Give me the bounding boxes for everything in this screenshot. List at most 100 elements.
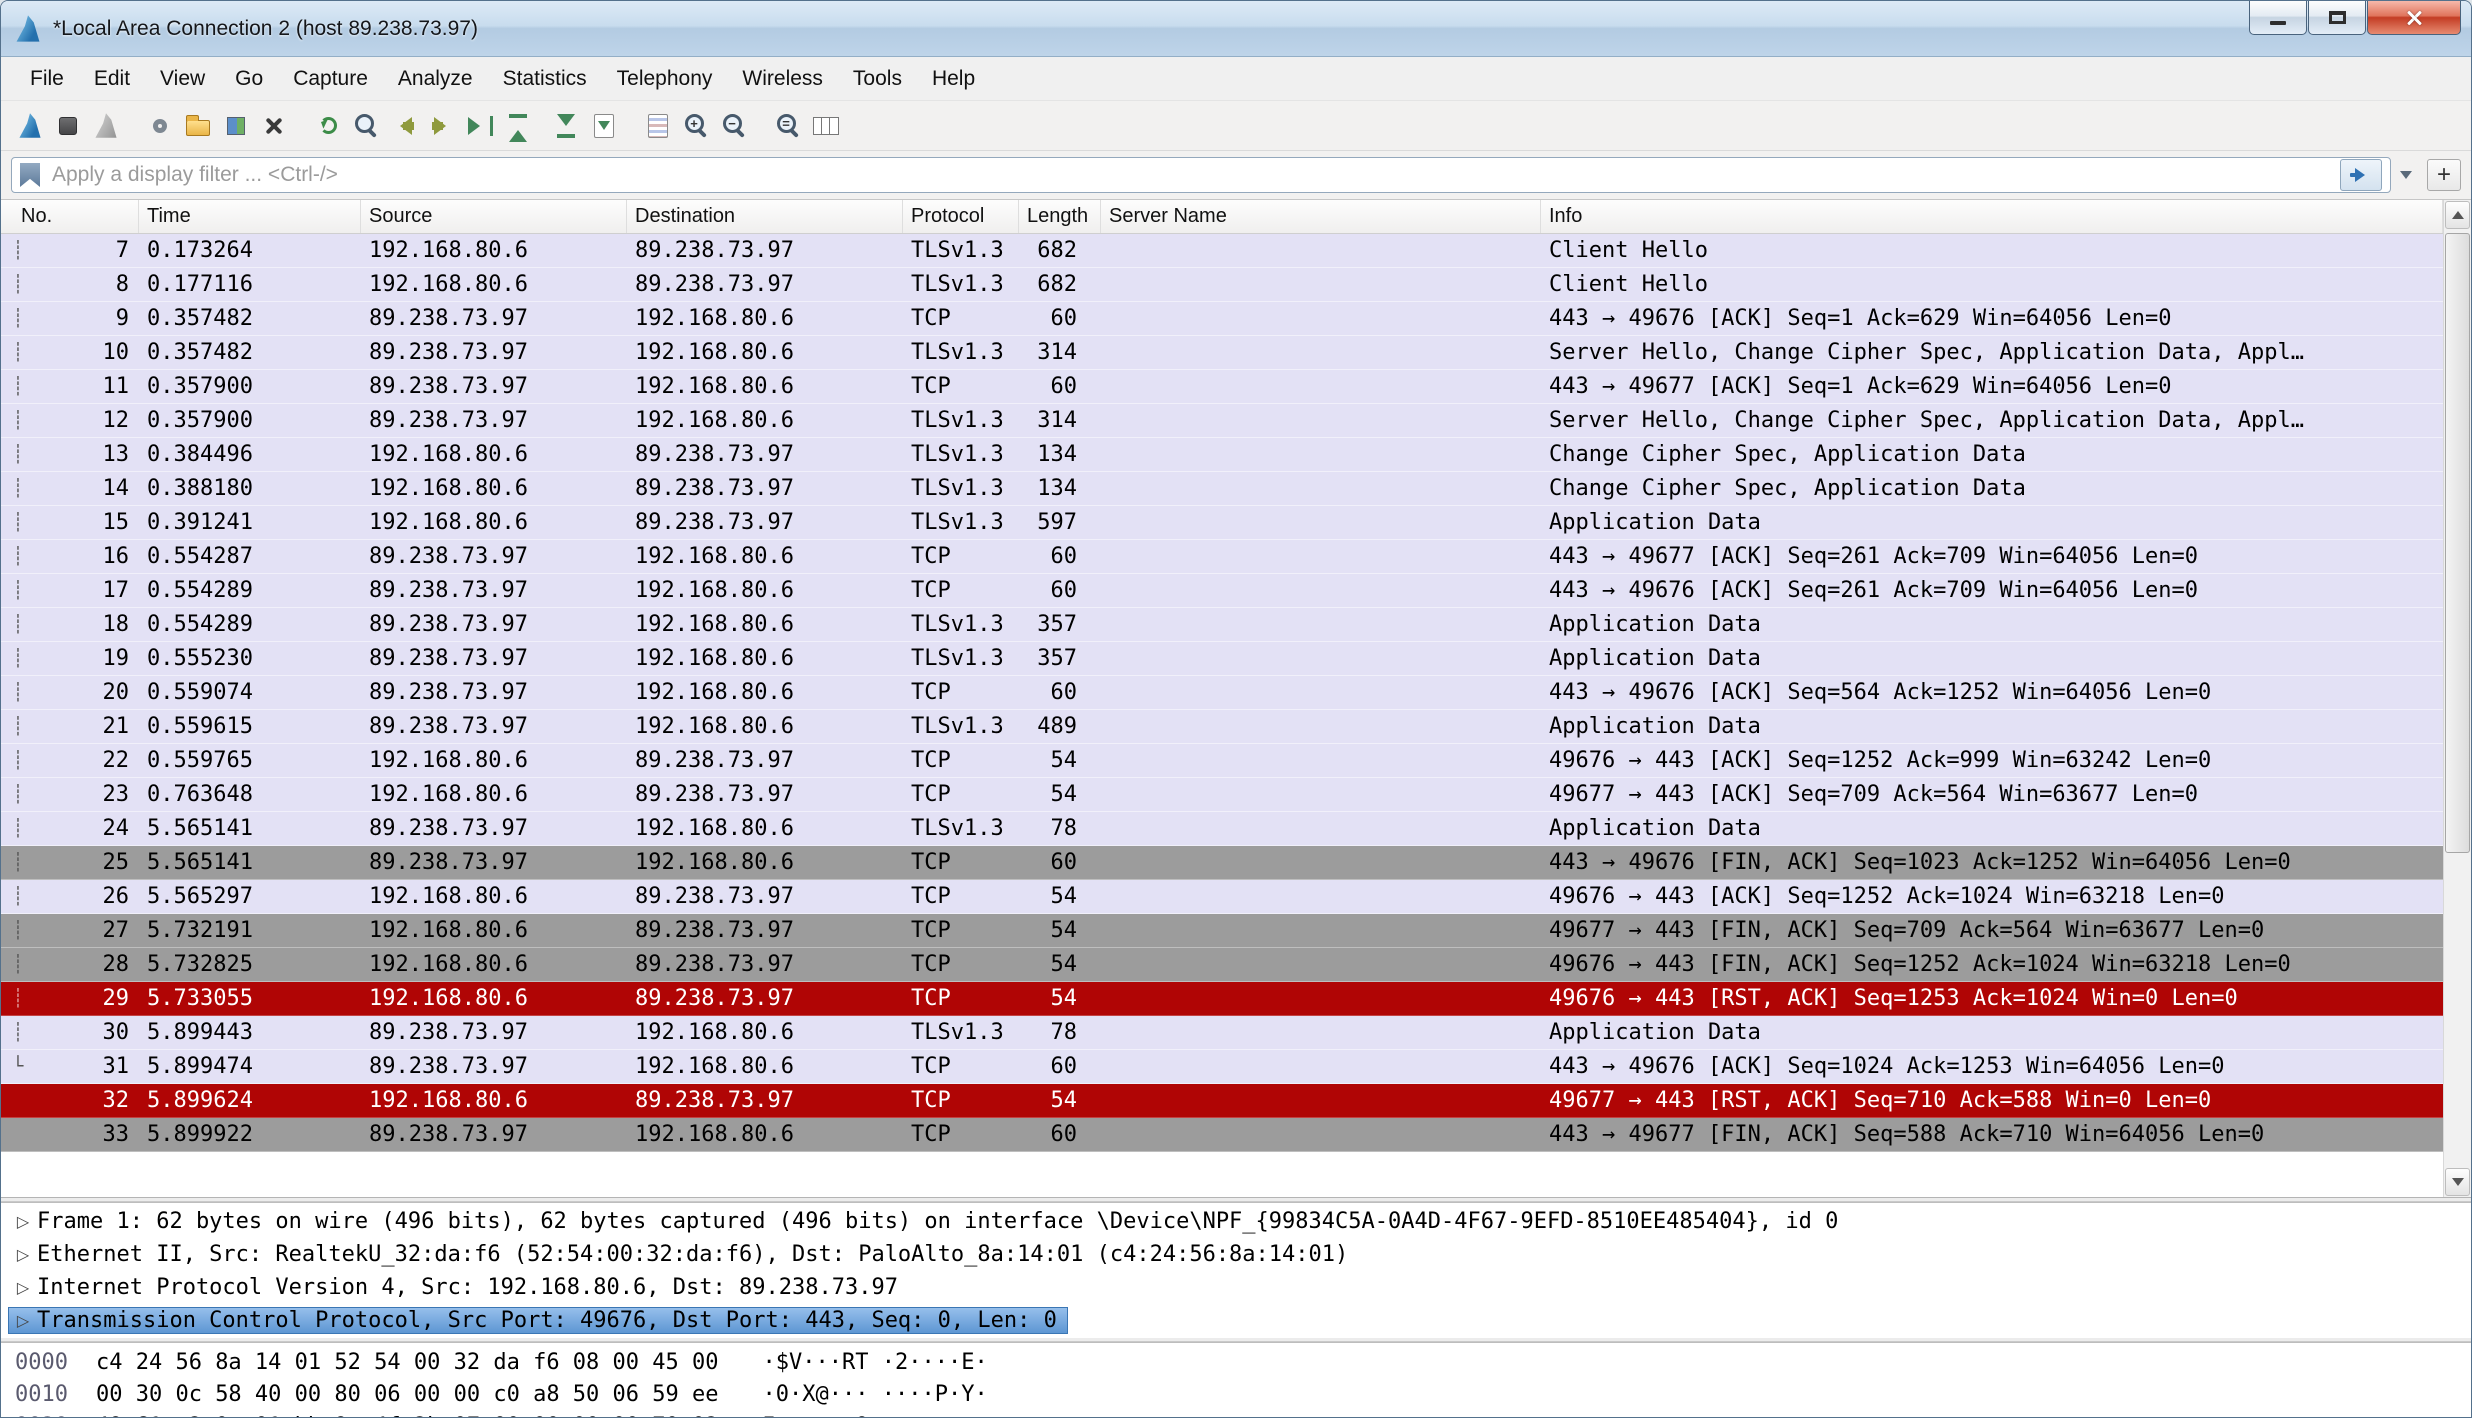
expand-arrow-icon[interactable]: ▷ <box>9 1311 37 1330</box>
toolbar-button[interactable] <box>217 106 255 146</box>
packet-row[interactable]: ┊ 24 5.565141 89.238.73.97 192.168.80.6 … <box>1 812 2443 846</box>
menu-item[interactable]: Go <box>220 58 278 100</box>
minimize-button[interactable] <box>2249 1 2307 35</box>
packet-row[interactable]: ┊ 10 0.357482 89.238.73.97 192.168.80.6 … <box>1 336 2443 370</box>
packet-row[interactable]: ┊ 9 0.357482 89.238.73.97 192.168.80.6 T… <box>1 302 2443 336</box>
toolbar-button[interactable] <box>87 106 125 146</box>
menu-item[interactable]: Tools <box>838 58 917 100</box>
hex-row[interactable]: 0000c4 24 56 8a 14 01 52 54 00 32 da f6 … <box>15 1347 2471 1379</box>
menu-item[interactable]: Statistics <box>488 58 602 100</box>
packet-row[interactable]: ┊ 12 0.357900 89.238.73.97 192.168.80.6 … <box>1 404 2443 438</box>
display-filter-input[interactable] <box>50 162 2334 188</box>
packet-time: 0.357900 <box>139 404 361 437</box>
toolbar-button[interactable] <box>461 106 499 146</box>
packet-row[interactable]: └ 31 5.899474 89.238.73.97 192.168.80.6 … <box>1 1050 2443 1084</box>
packet-row[interactable]: ┊ 17 0.554289 89.238.73.97 192.168.80.6 … <box>1 574 2443 608</box>
packet-row[interactable]: 32 5.899624 192.168.80.6 89.238.73.97 TC… <box>1 1084 2443 1118</box>
menu-item[interactable]: Capture <box>278 58 383 100</box>
toolbar-button[interactable] <box>141 106 179 146</box>
toolbar-button[interactable] <box>423 106 461 146</box>
toolbar-button[interactable] <box>585 106 623 146</box>
column-header-no[interactable]: No. <box>1 200 139 233</box>
column-header-source[interactable]: Source <box>361 200 627 233</box>
maximize-button[interactable] <box>2308 1 2366 35</box>
column-header-protocol[interactable]: Protocol <box>903 200 1019 233</box>
toolbar-button[interactable] <box>11 106 49 146</box>
menu-item[interactable]: View <box>145 58 220 100</box>
toolbar-button[interactable] <box>715 106 753 146</box>
packet-row[interactable]: ┊ 14 0.388180 192.168.80.6 89.238.73.97 … <box>1 472 2443 506</box>
packet-row[interactable]: ┊ 22 0.559765 192.168.80.6 89.238.73.97 … <box>1 744 2443 778</box>
menu-item[interactable]: Edit <box>79 58 145 100</box>
packet-row[interactable]: ┊ 15 0.391241 192.168.80.6 89.238.73.97 … <box>1 506 2443 540</box>
packet-bytes-pane[interactable]: 0000c4 24 56 8a 14 01 52 54 00 32 da f6 … <box>1 1342 2471 1417</box>
hex-row[interactable]: 001000 30 0c 58 40 00 80 06 00 00 c0 a8 … <box>15 1379 2471 1411</box>
column-header-length[interactable]: Length <box>1019 200 1101 233</box>
packet-row[interactable]: ┊ 8 0.177116 192.168.80.6 89.238.73.97 T… <box>1 268 2443 302</box>
packet-row[interactable]: ┊ 25 5.565141 89.238.73.97 192.168.80.6 … <box>1 846 2443 880</box>
scrollbar-thumb[interactable] <box>2445 233 2470 853</box>
toolbar-button[interactable] <box>309 106 347 146</box>
packet-row[interactable]: ┊ 29 5.733055 192.168.80.6 89.238.73.97 … <box>1 982 2443 1016</box>
packet-row[interactable]: ┊ 13 0.384496 192.168.80.6 89.238.73.97 … <box>1 438 2443 472</box>
toolbar-button[interactable] <box>179 106 217 146</box>
toolbar-button[interactable] <box>807 106 845 146</box>
expand-arrow-icon[interactable]: ▷ <box>9 1212 37 1231</box>
toolbar-button[interactable] <box>499 106 537 146</box>
packet-row[interactable]: ┊ 30 5.899443 89.238.73.97 192.168.80.6 … <box>1 1016 2443 1050</box>
toolbar-button[interactable] <box>385 106 423 146</box>
toolbar-button[interactable] <box>769 106 807 146</box>
apply-filter-button[interactable] <box>2340 159 2382 191</box>
menu-item[interactable]: Help <box>917 58 990 100</box>
vertical-scrollbar[interactable] <box>2443 200 2471 1197</box>
packet-row[interactable]: ┊ 11 0.357900 89.238.73.97 192.168.80.6 … <box>1 370 2443 404</box>
add-filter-button[interactable]: + <box>2427 159 2461 191</box>
packet-row[interactable]: ┊ 28 5.732825 192.168.80.6 89.238.73.97 … <box>1 948 2443 982</box>
packet-time: 5.899922 <box>139 1118 361 1151</box>
packet-list[interactable]: ┊ 7 0.173264 192.168.80.6 89.238.73.97 T… <box>1 234 2443 1197</box>
detail-row[interactable]: ▷Ethernet II, Src: RealtekU_32:da:f6 (52… <box>9 1238 2471 1271</box>
packet-row[interactable]: ┊ 26 5.565297 192.168.80.6 89.238.73.97 … <box>1 880 2443 914</box>
toolbar-button[interactable] <box>639 106 677 146</box>
title-bar[interactable]: *Local Area Connection 2 (host 89.238.73… <box>1 1 2471 57</box>
hex-row[interactable]: 002049 61 c2 0c 01 bb 9e 4f 2b 07 00 00 … <box>15 1411 2471 1417</box>
column-header-server-name[interactable]: Server Name <box>1101 200 1541 233</box>
packet-details-pane[interactable]: ▷Frame 1: 62 bytes on wire (496 bits), 6… <box>1 1202 2471 1338</box>
toolbar-button[interactable] <box>547 106 585 146</box>
tree-line-mark: ┊ <box>1 914 35 947</box>
detail-row[interactable]: ▷Internet Protocol Version 4, Src: 192.1… <box>9 1271 2471 1304</box>
packet-length: 682 <box>1019 268 1101 301</box>
packet-row[interactable]: ┊ 19 0.555230 89.238.73.97 192.168.80.6 … <box>1 642 2443 676</box>
packet-row[interactable]: ┊ 20 0.559074 89.238.73.97 192.168.80.6 … <box>1 676 2443 710</box>
menu-item[interactable]: Telephony <box>602 58 728 100</box>
toolbar-button[interactable] <box>49 106 87 146</box>
column-header-info[interactable]: Info <box>1541 200 2443 233</box>
toolbar-button[interactable] <box>347 106 385 146</box>
scrollbar-track[interactable] <box>2445 230 2470 1167</box>
menu-item[interactable]: Wireless <box>727 58 838 100</box>
packet-row[interactable]: ┊ 27 5.732191 192.168.80.6 89.238.73.97 … <box>1 914 2443 948</box>
display-filter-field[interactable] <box>11 157 2391 193</box>
close-button[interactable] <box>2367 1 2461 35</box>
packet-info: 49676 → 443 [ACK] Seq=1252 Ack=1024 Win=… <box>1541 880 2443 913</box>
packet-row[interactable]: ┊ 21 0.559615 89.238.73.97 192.168.80.6 … <box>1 710 2443 744</box>
menu-item[interactable]: File <box>15 58 79 100</box>
expand-arrow-icon[interactable]: ▷ <box>9 1245 37 1264</box>
packet-row[interactable]: ┊ 23 0.763648 192.168.80.6 89.238.73.97 … <box>1 778 2443 812</box>
detail-row[interactable]: ▷Frame 1: 62 bytes on wire (496 bits), 6… <box>9 1205 2471 1238</box>
packet-row[interactable]: ┊ 18 0.554289 89.238.73.97 192.168.80.6 … <box>1 608 2443 642</box>
toolbar-button[interactable] <box>677 106 715 146</box>
filter-expression-dropdown[interactable] <box>2393 159 2419 191</box>
column-header-destination[interactable]: Destination <box>627 200 903 233</box>
packet-row[interactable]: ┊ 7 0.173264 192.168.80.6 89.238.73.97 T… <box>1 234 2443 268</box>
expand-arrow-icon[interactable]: ▷ <box>9 1278 37 1297</box>
packet-row[interactable]: 33 5.899922 89.238.73.97 192.168.80.6 TC… <box>1 1118 2443 1152</box>
packet-row[interactable]: ┊ 16 0.554287 89.238.73.97 192.168.80.6 … <box>1 540 2443 574</box>
column-header-time[interactable]: Time <box>139 200 361 233</box>
menu-item[interactable]: Analyze <box>383 58 488 100</box>
filter-bookmark-icon[interactable] <box>20 163 40 187</box>
toolbar-button[interactable] <box>255 106 293 146</box>
scroll-up-button[interactable] <box>2445 201 2470 229</box>
detail-row[interactable]: ▷Transmission Control Protocol, Src Port… <box>9 1304 2471 1337</box>
scroll-down-button[interactable] <box>2445 1168 2470 1196</box>
